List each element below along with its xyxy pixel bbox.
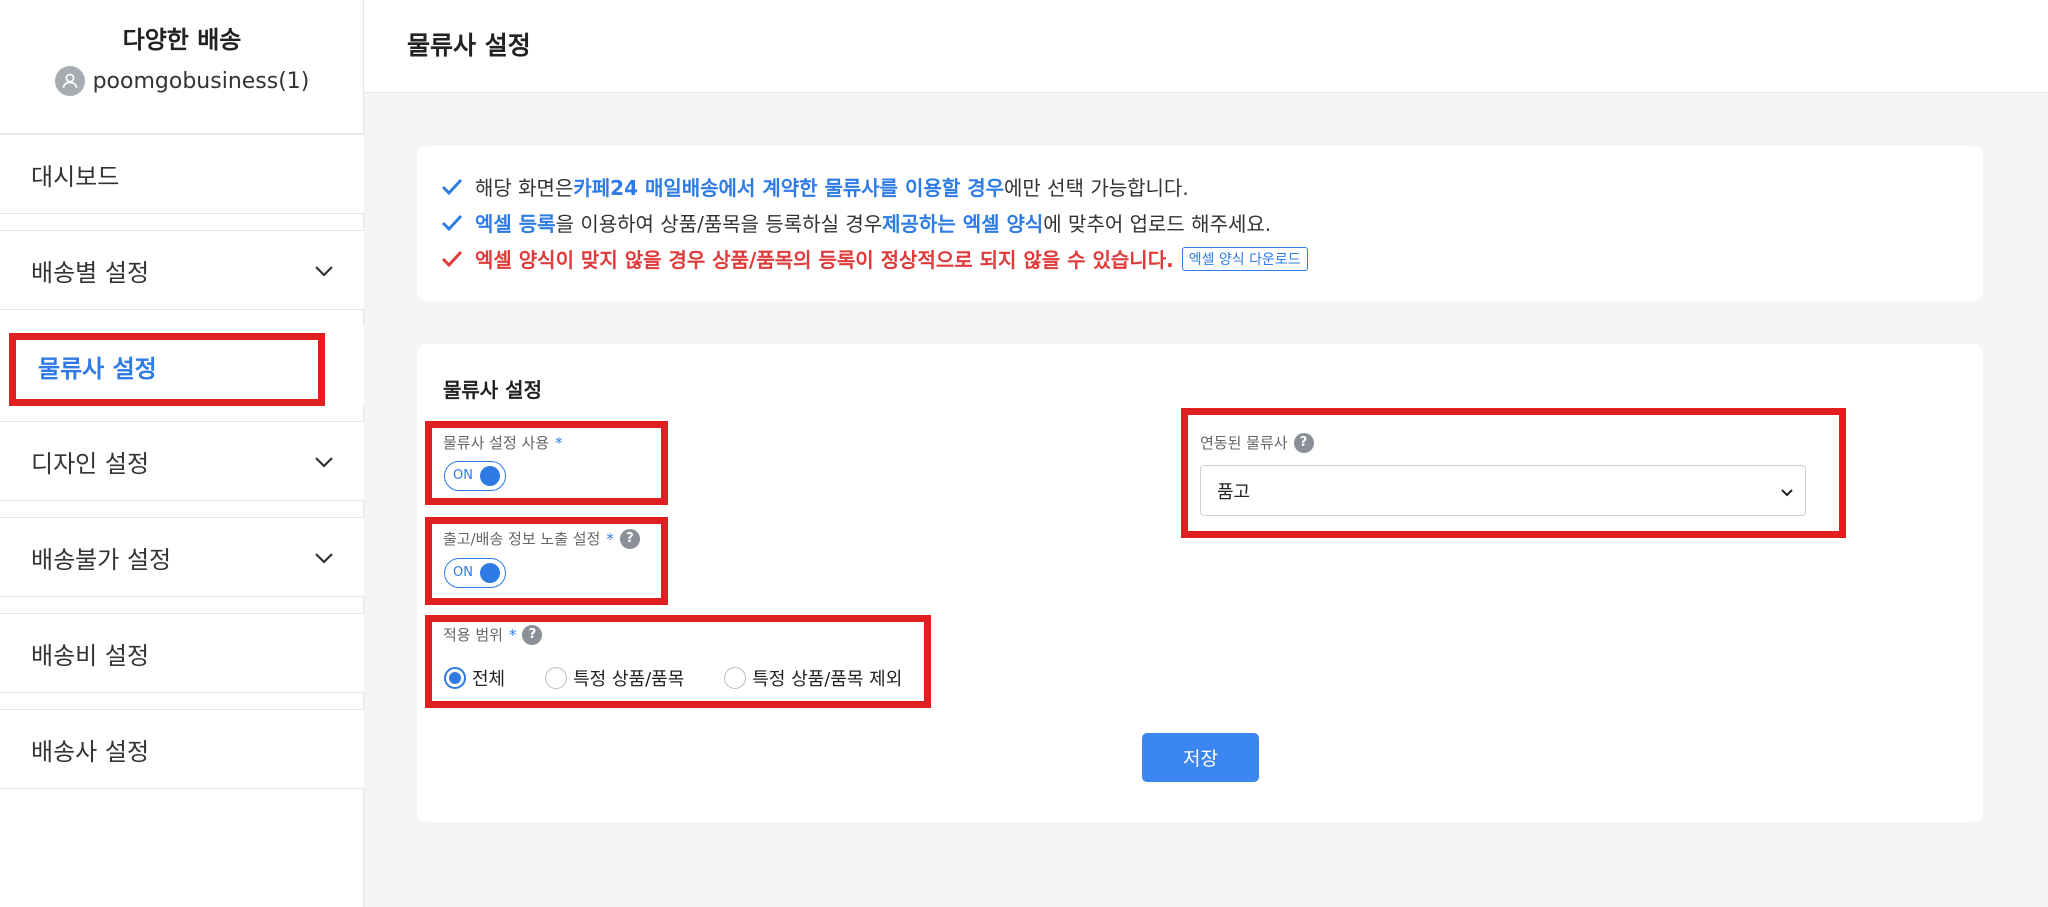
notice-text: 해당 화면은 xyxy=(475,176,574,200)
scope-label: 적용 범위 * ? xyxy=(443,624,543,645)
help-icon[interactable]: ? xyxy=(619,528,640,549)
sidebar-item-dashboard[interactable]: 대시보드 xyxy=(0,134,364,214)
page-header: 물류사 설정 xyxy=(364,0,2048,93)
exposure-setting-label: 출고/배송 정보 노출 설정 * ? xyxy=(443,528,640,549)
sidebar-item-carrier-settings[interactable]: 배송사 설정 xyxy=(0,709,364,789)
radio-label: 전체 xyxy=(472,669,506,690)
page-title: 물류사 설정 xyxy=(407,31,531,60)
sidebar-item-label: 배송비 설정 xyxy=(31,641,150,670)
warning-text: 엑셀 양식이 맞지 않을 경우 상품/품목의 등록이 정상적으로 되지 않을 수… xyxy=(475,248,1174,272)
notice-text: 에만 선택 가능합니다. xyxy=(1004,176,1189,200)
radio-circle xyxy=(444,667,466,689)
toggle-text: ON xyxy=(453,468,473,483)
check-icon xyxy=(441,250,463,267)
user-name: poomgobusiness(1) xyxy=(92,68,310,94)
sidebar-item-label: 배송불가 설정 xyxy=(31,545,172,574)
field-label-text: 적용 범위 xyxy=(443,626,503,644)
scope-option-exclude-specific[interactable]: 특정 상품/품목 제외 xyxy=(724,665,902,691)
help-icon[interactable]: ? xyxy=(1293,432,1314,453)
settings-card: 물류사 설정 물류사 설정 사용 * ON 출고/배송 정보 노출 설정 * ? O… xyxy=(417,344,1983,822)
chevron-down-icon xyxy=(1781,489,1793,497)
radio-circle xyxy=(545,667,568,689)
notice-text: 에 맞추어 업로드 해주세요. xyxy=(1043,212,1272,236)
user-info[interactable]: poomgobusiness(1) xyxy=(0,66,364,96)
sidebar-item-label: 대시보드 xyxy=(31,162,120,191)
sidebar-item-shipping-fee-settings[interactable]: 배송비 설정 xyxy=(0,613,364,693)
chevron-down-icon xyxy=(315,553,333,564)
sidebar-item-logistics-settings[interactable]: 물류사 설정 xyxy=(0,326,364,406)
save-button[interactable]: 저장 xyxy=(1142,733,1259,782)
notice-emphasis: 카페24 매일배송에서 계약한 물류사를 이용할 경우 xyxy=(573,176,1005,200)
scope-option-specific[interactable]: 특정 상품/품목 xyxy=(545,665,684,691)
check-icon xyxy=(441,178,463,195)
linked-logistics-select[interactable]: 품고 xyxy=(1200,465,1806,516)
radio-circle xyxy=(724,667,747,689)
user-icon xyxy=(54,66,85,96)
sidebar: 다양한 배송 poomgobusiness(1) 대시보드 배송별 설정 물류사… xyxy=(0,0,364,907)
chevron-down-icon xyxy=(315,266,333,277)
sidebar-item-label: 배송사 설정 xyxy=(31,737,150,766)
notice-line-1: 해당 화면은 카페24 매일배송에서 계약한 물류사를 이용할 경우 에만 선택 … xyxy=(441,172,1189,201)
notice-card: 해당 화면은 카페24 매일배송에서 계약한 물류사를 이용할 경우 에만 선택 … xyxy=(417,146,1983,301)
sidebar-item-label: 배송별 설정 xyxy=(31,258,150,287)
chevron-down-icon xyxy=(315,457,333,468)
exposure-setting-toggle[interactable]: ON xyxy=(444,558,506,588)
notice-emphasis: 제공하는 엑셀 양식 xyxy=(882,212,1044,236)
required-mark: * xyxy=(508,625,517,644)
sidebar-item-design-settings[interactable]: 디자인 설정 xyxy=(0,421,364,501)
excel-download-button[interactable]: 엑셀 양식 다운로드 xyxy=(1181,246,1308,271)
section-title: 물류사 설정 xyxy=(443,378,542,402)
notice-text: 을 이용하여 상품/품목을 등록하실 경우 xyxy=(555,212,883,236)
sidebar-item-label: 디자인 설정 xyxy=(31,449,150,478)
radio-label: 특정 상품/품목 xyxy=(573,669,685,690)
check-icon xyxy=(441,214,463,231)
notice-line-3: 엑셀 양식이 맞지 않을 경우 상품/품목의 등록이 정상적으로 되지 않을 수… xyxy=(441,244,1308,273)
required-mark: * xyxy=(555,433,563,452)
radio-label: 특정 상품/품목 제외 xyxy=(752,669,903,690)
toggle-knob xyxy=(480,466,500,486)
field-label-text: 출고/배송 정보 노출 설정 xyxy=(443,530,601,548)
use-setting-toggle[interactable]: ON xyxy=(444,461,506,491)
linked-logistics-label: 연동된 물류사 ? xyxy=(1200,432,1314,453)
toggle-text: ON xyxy=(453,565,473,580)
sidebar-item-label: 물류사 설정 xyxy=(38,354,157,383)
sidebar-item-undeliverable-settings[interactable]: 배송불가 설정 xyxy=(0,517,364,597)
required-mark: * xyxy=(606,529,614,548)
scope-option-all[interactable]: 전체 xyxy=(444,665,505,691)
scope-radio-group: 전체 특정 상품/품목 특정 상품/품목 제외 xyxy=(444,665,942,691)
notice-emphasis: 엑셀 등록 xyxy=(475,212,556,236)
help-icon[interactable]: ? xyxy=(522,624,543,645)
field-label-text: 물류사 설정 사용 xyxy=(443,434,550,452)
select-value: 품고 xyxy=(1217,481,1251,503)
toggle-knob xyxy=(480,563,500,583)
field-label-text: 연동된 물류사 xyxy=(1200,434,1288,452)
use-setting-label: 물류사 설정 사용 * xyxy=(443,432,563,453)
brand-title: 다양한 배송 xyxy=(122,26,242,54)
sidebar-brand: 다양한 배송 poomgobusiness(1) xyxy=(0,0,364,134)
notice-line-2: 엑셀 등록 을 이용하여 상품/품목을 등록하실 경우 제공하는 엑셀 양식 에 맞… xyxy=(441,208,1271,237)
sidebar-item-delivery-settings[interactable]: 배송별 설정 xyxy=(0,230,364,310)
